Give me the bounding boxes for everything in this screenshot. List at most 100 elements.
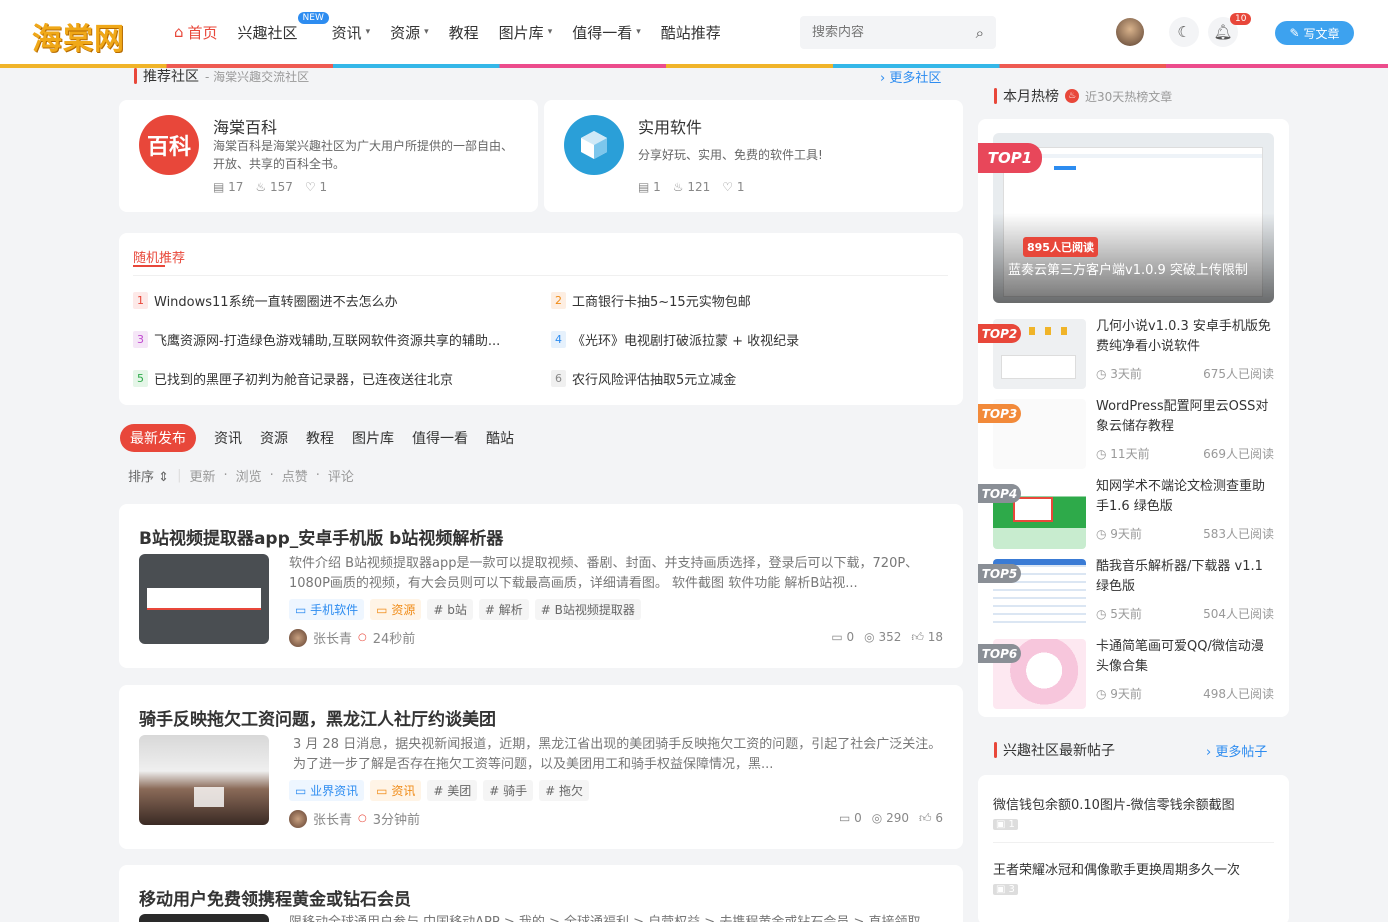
hot-item[interactable]: 酷我音乐解析器/下载器 v1.1 绿色版 ◷ 5天前 504人已阅读	[993, 559, 1274, 629]
site-logo[interactable]: 海棠网	[32, 14, 125, 58]
comment-stat: ▭ 0	[831, 630, 855, 644]
author-avatar[interactable]	[289, 628, 307, 647]
post-title[interactable]: 骑手反映拖欠工资问题，黑龙江人社厅约谈美团	[139, 705, 496, 730]
random-item[interactable]: 4 《光环》电视剧打破派拉蒙 + 收视纪录	[551, 330, 946, 349]
tag[interactable]: # 拖欠	[539, 780, 589, 801]
heat-count: 157	[270, 180, 293, 194]
hot-item[interactable]: 卡通简笔画可爱QQ/微信动漫头像合集 ◷ 9天前 498人已阅读	[993, 639, 1274, 709]
more-posts-link[interactable]: › 更多帖子	[1206, 741, 1267, 760]
nav-cool[interactable]: 酷站推荐	[661, 22, 721, 43]
nav-gallery[interactable]: 图片库 ▾	[499, 22, 553, 43]
nav-community[interactable]: 兴趣社区 NEW	[238, 11, 329, 43]
tab-tutorials[interactable]: 教程	[306, 428, 334, 448]
random-item[interactable]: 2 工商银行卡抽5~15元实物包邮	[551, 291, 946, 310]
post-thumbnail[interactable]	[139, 914, 269, 922]
community-card[interactable]: 实用软件 分享好玩、实用、免费的软件工具! ▤ 1 ♨ 121 ♡ 1	[544, 100, 963, 212]
search-box[interactable]: ⌕	[800, 16, 996, 49]
tag[interactable]: ▭ 手机软件	[289, 599, 365, 620]
home-icon: ⌂	[174, 23, 184, 41]
sort-comments[interactable]: 评论	[328, 466, 354, 485]
nav-home[interactable]: ⌂ 首页	[174, 22, 218, 43]
tag-label: 业界资讯	[310, 784, 359, 798]
likes-stat: ♡ 1	[304, 180, 328, 194]
post-thumbnail[interactable]	[139, 735, 269, 825]
rank-number: 5	[133, 370, 148, 387]
screen-bar	[1006, 154, 1262, 158]
image-icon: ▣	[996, 884, 1006, 895]
hot-item[interactable]: 知网学术不端论文检测查重助手1.6 绿色版 ◷ 9天前 583人已阅读	[993, 479, 1274, 549]
post-stats: ▭ 0 ◎ 352 👍︎ 18	[831, 630, 943, 645]
post-tags: ▭ 业界资讯 ▭ 资讯 # 美团 # 骑手 # 拖欠	[289, 780, 589, 801]
community-desc: 分享好玩、实用、免费的软件工具!	[638, 148, 823, 162]
chevron-down-icon: ▾	[547, 27, 553, 37]
random-item[interactable]: 1 Windows11系统一直转圈圈进不去怎么办	[133, 291, 528, 310]
write-article-button[interactable]: ✎ 写文章	[1275, 21, 1354, 45]
hot-item[interactable]: WordPress配置阿里云OSS对象云储存教程 ◷ 11天前 669人已阅读	[993, 399, 1274, 469]
moon-icon: ☾	[1177, 23, 1191, 41]
cube-icon	[564, 115, 624, 175]
tab-resources[interactable]: 资源	[260, 428, 288, 448]
hot-item-time-text: 9天前	[1110, 687, 1142, 701]
tab-cool[interactable]: 酷站	[486, 428, 514, 448]
post-title[interactable]: 移动用户免费领携程黄金或钻石会员	[139, 885, 411, 910]
search-input[interactable]	[812, 25, 952, 40]
tab-news[interactable]: 资讯	[214, 428, 242, 448]
tag[interactable]: # 美团	[427, 780, 478, 801]
posts-count: 17	[228, 180, 244, 194]
hot-item-reads: 498人已阅读	[1203, 687, 1274, 701]
nav-resources[interactable]: 资源 ▾	[390, 22, 429, 43]
tag[interactable]: ▭ 资源	[370, 599, 422, 620]
hot-item-time-text: 5天前	[1110, 607, 1142, 621]
sort-likes[interactable]: 点赞	[282, 466, 308, 485]
user-avatar[interactable]	[1116, 18, 1144, 46]
author-name[interactable]: 张长青	[313, 809, 352, 828]
random-panel: 随机推荐 1 Windows11系统一直转圈圈进不去怎么办 2 工商银行卡抽5~15…	[119, 233, 963, 405]
tab-gallery[interactable]: 图片库	[352, 428, 394, 448]
bbs-title: 兴趣社区最新帖子	[1003, 743, 1115, 759]
post-title[interactable]: B站视频提取器app_安卓手机版 b站视频解析器	[139, 524, 503, 549]
top5-label: TOP5	[978, 564, 1021, 583]
likes-count: 1	[736, 180, 745, 194]
dot-separator: ·	[315, 468, 320, 483]
random-item[interactable]: 6 农行风险评估抽取5元立减金	[551, 369, 946, 388]
bbs-item[interactable]: 王者荣耀冰冠和偶像歌手更换周期多久一次 ▣ 3	[993, 859, 1240, 896]
random-item[interactable]: 5 已找到的黑匣子初判为舱音记录器，已连夜送往北京	[133, 369, 528, 388]
hot-item-reads: 504人已阅读	[1203, 607, 1274, 621]
hot-item-title: 知网学术不端论文检测查重助手1.6 绿色版	[1096, 479, 1266, 514]
search-icon[interactable]: ⌕	[976, 24, 984, 42]
tag[interactable]: # 骑手	[483, 780, 534, 801]
tag[interactable]: ▭ 资讯	[370, 780, 422, 801]
sort-views[interactable]: 浏览	[236, 466, 262, 485]
sort-label[interactable]: 排序 ⇕	[128, 466, 169, 485]
random-title: 随机推荐	[133, 251, 186, 266]
nav-worth[interactable]: 值得一看 ▾	[572, 22, 641, 43]
nav-news[interactable]: 资讯 ▾	[332, 22, 371, 43]
sort-update[interactable]: 更新	[189, 466, 215, 485]
tab-worth[interactable]: 值得一看	[412, 428, 468, 448]
bbs-item-title: 微信钱包余额0.10图片-微信零钱余额截图	[993, 798, 1235, 813]
post-card[interactable]: B站视频提取器app_安卓手机版 b站视频解析器 软件介绍 B站视频提取器app…	[119, 504, 963, 668]
rank-number: 1	[133, 292, 148, 309]
post-card[interactable]: 骑手反映拖欠工资问题，黑龙江人社厅约谈美团 3 月 28 日消息，据央视新闻报道…	[119, 685, 963, 849]
author-name[interactable]: 张长青	[313, 628, 352, 647]
author-avatar[interactable]	[289, 809, 307, 828]
tag[interactable]: # 解析	[478, 599, 529, 620]
random-item[interactable]: 3 飞鹰资源网-打造绿色游戏辅助,互联网软件资源共享的辅助...	[133, 330, 528, 349]
new-badge: NEW	[297, 11, 329, 24]
more-communities-link[interactable]: › 更多社区	[880, 67, 941, 86]
bbs-item[interactable]: 微信钱包余额0.10图片-微信零钱余额截图 ▣ 1	[993, 794, 1235, 831]
tag[interactable]: # b站	[427, 599, 473, 620]
dark-mode-toggle[interactable]: ☾	[1169, 17, 1199, 47]
image-overlay	[993, 213, 1274, 303]
post-thumbnail[interactable]	[139, 554, 269, 644]
post-card[interactable]: 移动用户免费领携程黄金或钻石会员 限移动全球通用户参与 中国移动APP > 我的…	[119, 865, 963, 922]
hot-item[interactable]: 几何小说v1.0.3 安卓手机版免费纯净看小说软件 ◷ 3天前 675人已阅读	[993, 319, 1274, 389]
tag[interactable]: ▭ 业界资讯	[289, 780, 365, 801]
hot-item-title: 卡通简笔画可爱QQ/微信动漫头像合集	[1096, 639, 1264, 674]
hot-list: 895人已阅读 蓝奏云第三方客户端v1.0.9 突破上传限制 TOP1 几何小说…	[978, 119, 1289, 717]
community-card[interactable]: 百科 海棠百科 海棠百科是海棠兴趣社区为广大用户所提供的一部自由、开放、共享的百…	[119, 100, 538, 212]
rec-header: 推荐社区 - 海棠兴趣交流社区	[134, 66, 309, 86]
nav-tutorials[interactable]: 教程	[449, 22, 479, 43]
tab-latest[interactable]: 最新发布	[120, 424, 196, 452]
tag[interactable]: # B站视频提取器	[534, 599, 641, 620]
